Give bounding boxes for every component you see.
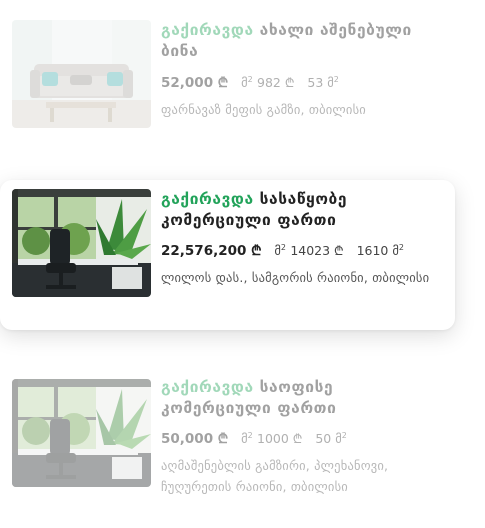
status-tag: გაქირავდა [161,378,254,396]
total-area: 53 მ [307,75,334,90]
price-row: 22,576,200 ₾ მ2 14023 ₾ 1610 მ2 [161,242,404,259]
total-area: 50 მ [315,431,342,446]
listing-card[interactable]: გაქირავდა სასაწყობე კომერციული ფართი 22,… [0,180,455,330]
price-row: 52,000 ₾ მ2 982 ₾ 53 მ2 [161,74,339,91]
status-tag: გაქირავდა [161,190,254,208]
office-room-image [12,379,151,487]
listing-card[interactable]: გაქირავდა ახალი აშენებული ბინა 52,000 ₾ … [0,0,455,150]
listing-thumbnail[interactable] [12,189,151,297]
listing-thumbnail[interactable] [12,379,151,487]
price: 50,000 ₾ [161,431,229,447]
price-per-area: 1000 ₾ [257,431,303,446]
listing-title[interactable]: გაქირავდა საოფისე კომერციული ფართი [161,377,443,419]
status-tag: გაქირავდა [161,21,254,39]
price: 52,000 ₾ [161,75,229,91]
listing-title[interactable]: გაქირავდა სასაწყობე კომერციული ფართი [161,189,443,231]
total-area: 1610 მ [356,243,399,258]
listing-address: ფარნავაზ მეფის გამზი, თბილისი [161,102,366,117]
listing-thumbnail[interactable] [12,20,151,128]
price-per-area: 982 ₾ [257,75,295,90]
office-room-image [12,189,151,297]
price: 22,576,200 ₾ [161,243,262,259]
price-row: 50,000 ₾ მ2 1000 ₾ 50 მ2 [161,430,347,447]
price-per-area: 14023 ₾ [290,243,344,258]
listing-address: აღმაშენებლის გამზირი, პლეხანოვი, ჩუღურეთ… [161,458,389,494]
listing-address: ლილოს დას., სამგორის რაიონი, თბილისი [161,270,430,285]
listing-title[interactable]: გაქირავდა ახალი აშენებული ბინა [161,20,443,62]
sofa-room-image [12,20,151,128]
listing-card[interactable]: გაქირავდა საოფისე კომერციული ფართი 50,00… [0,370,455,520]
